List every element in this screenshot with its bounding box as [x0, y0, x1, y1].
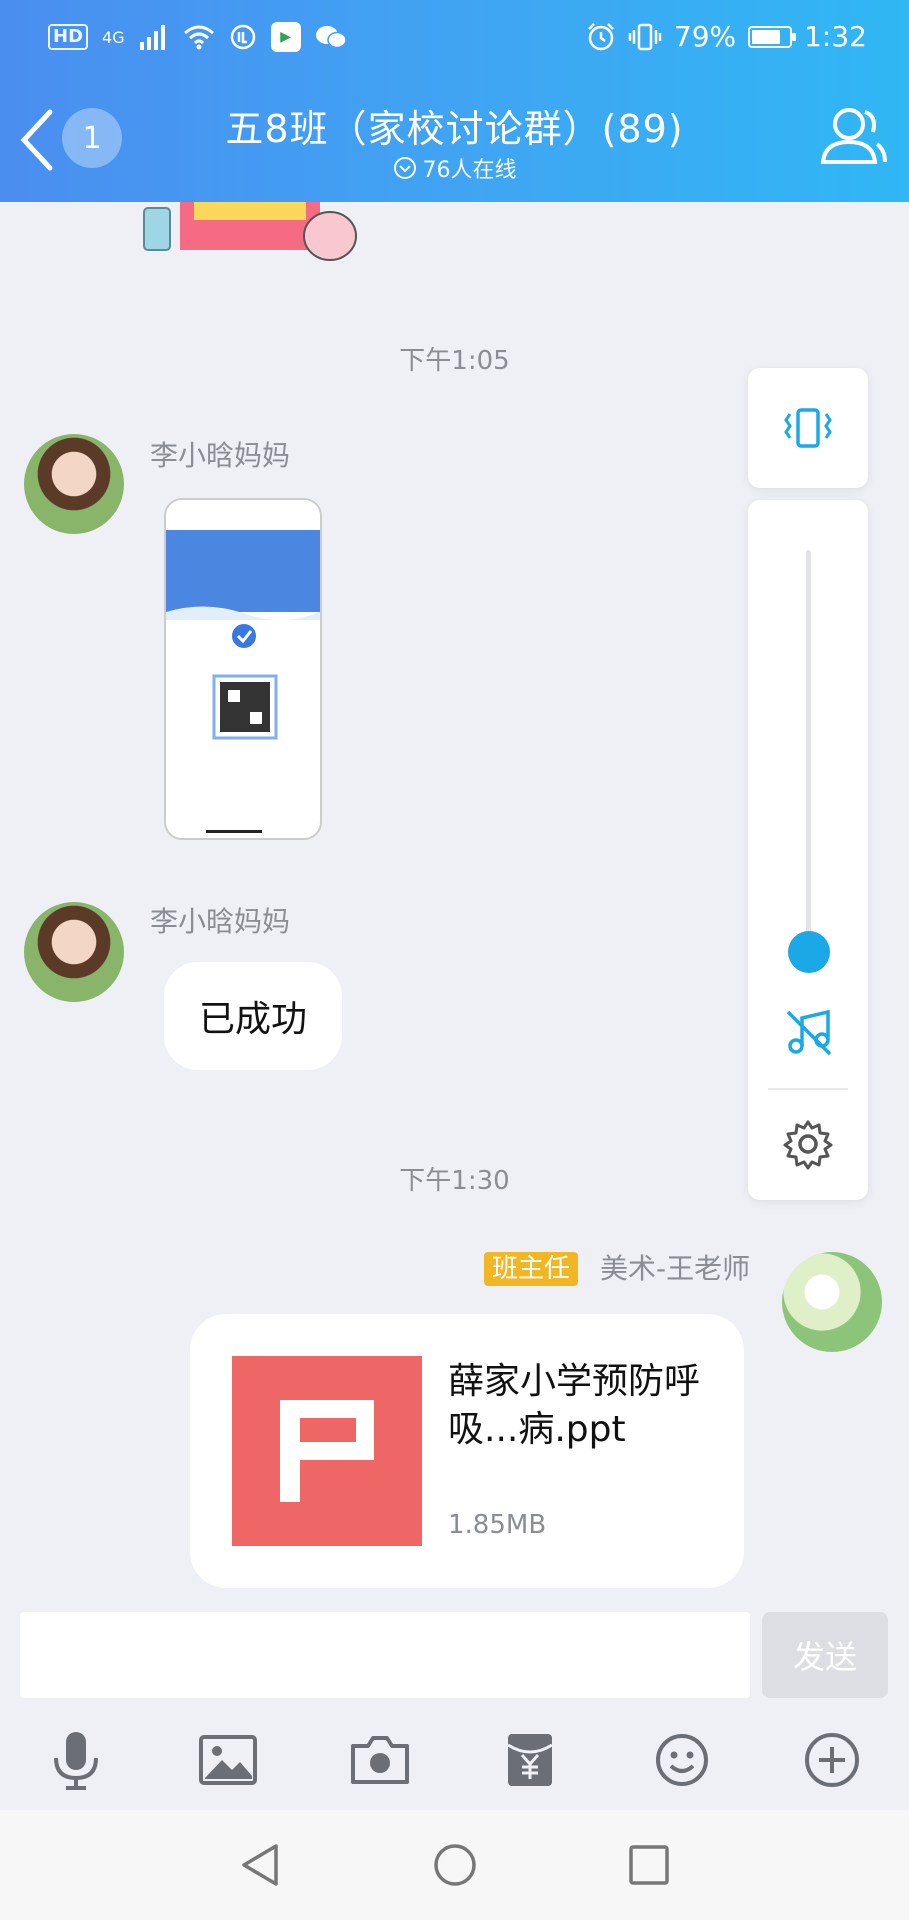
battery-percent: 79% [673, 20, 737, 53]
signal-icon [139, 25, 165, 50]
role-badge: 班主任 [484, 1252, 579, 1286]
send-button[interactable]: 发送 [762, 1612, 888, 1698]
avatar[interactable] [782, 1252, 882, 1352]
mute-music-icon[interactable] [784, 1008, 834, 1058]
camera-icon[interactable] [340, 1710, 420, 1810]
wifi-icon [183, 25, 214, 50]
alarm-icon [587, 22, 614, 50]
sticker-image[interactable] [140, 202, 360, 264]
chat-title: 五8班（家校讨论群）(89) [225, 107, 684, 151]
volume-slider-track[interactable] [806, 550, 811, 952]
online-status[interactable]: 76人在线 [0, 152, 909, 184]
red-packet-icon[interactable] [490, 1710, 570, 1810]
file-name: 薛家小学预防呼吸...病.ppt [448, 1361, 701, 1450]
network-label: 4G [102, 27, 125, 47]
video-app-icon: ▶ [270, 22, 301, 52]
toolbar [0, 1710, 909, 1810]
divider [768, 1088, 848, 1090]
vibrate-icon [784, 408, 832, 448]
status-bar: HD 4G ▶ 79% 1:32 [0, 0, 909, 78]
sender-name: 美术-王老师 [600, 1252, 751, 1285]
file-message-card[interactable]: 薛家小学预防呼吸...病.ppt 1.85MB [190, 1314, 744, 1588]
screenshot-image[interactable] [164, 498, 322, 840]
avatar[interactable] [24, 434, 124, 534]
vibrate-status-icon [628, 23, 662, 50]
plus-icon[interactable] [792, 1710, 872, 1810]
header-bar: HD 4G ▶ 79% 1:32 1 五8班（家校讨论群）(89) 76人在线 [0, 0, 909, 202]
system-nav-bar [0, 1810, 909, 1920]
battery-icon [748, 25, 797, 48]
message-bubble[interactable]: 已成功 [164, 962, 342, 1070]
ppt-file-icon [232, 1356, 422, 1546]
data-saver-icon [230, 24, 255, 50]
avatar[interactable] [24, 902, 124, 1002]
nav-home-icon[interactable] [430, 1840, 480, 1890]
nav-back-icon[interactable] [236, 1840, 286, 1890]
group-members-icon[interactable] [815, 100, 889, 174]
file-size: 1.85MB [448, 1510, 547, 1540]
vibrate-toggle-button[interactable] [748, 368, 868, 488]
sender-name: 李小晗妈妈 [150, 439, 291, 472]
online-count: 76人在线 [422, 158, 517, 183]
status-right: 79% 1:32 [586, 20, 867, 53]
hd-indicator: HD [48, 24, 89, 50]
mic-icon[interactable] [36, 1710, 116, 1810]
message-text: 已成功 [198, 999, 307, 1040]
battery-fill [752, 29, 781, 44]
chevron-down-circle-icon [393, 157, 416, 179]
volume-panel [748, 500, 868, 1200]
status-left: HD 4G ▶ [48, 22, 347, 52]
nav-recents-icon[interactable] [624, 1840, 674, 1890]
gear-icon[interactable] [782, 1118, 834, 1170]
image-icon[interactable] [188, 1710, 268, 1810]
volume-slider-knob[interactable] [788, 931, 830, 973]
sender-name: 李小晗妈妈 [150, 905, 291, 938]
clock: 1:32 [804, 20, 867, 53]
emoji-icon[interactable] [642, 1710, 722, 1810]
message-input[interactable] [20, 1612, 750, 1698]
wechat-icon [315, 26, 347, 49]
